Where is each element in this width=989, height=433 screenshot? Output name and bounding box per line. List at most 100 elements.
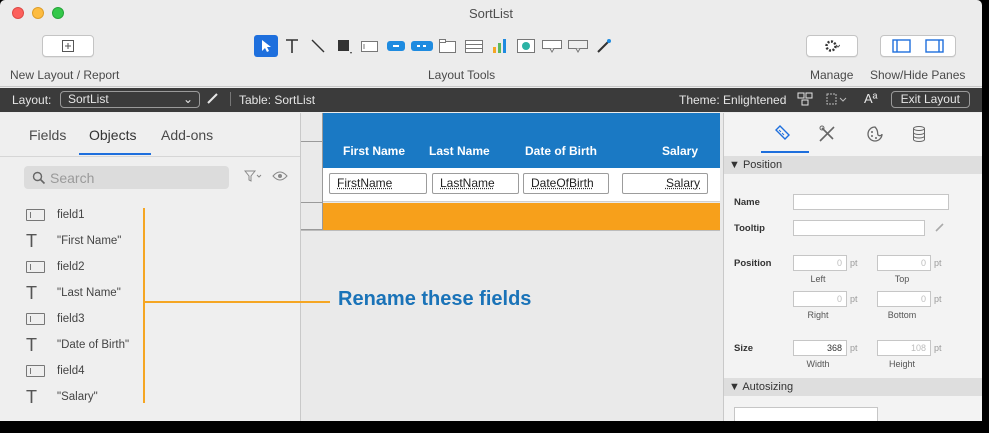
left-pane-icon[interactable] bbox=[891, 39, 912, 53]
tab-objects[interactable]: Objects bbox=[89, 127, 136, 143]
list-item-last-name-text[interactable]: T "Last Name" bbox=[26, 280, 156, 306]
field-last-name[interactable]: LastName bbox=[432, 173, 519, 194]
list-item-field3[interactable]: field3 bbox=[26, 306, 156, 332]
list-item-label: "Date of Birth" bbox=[57, 339, 130, 351]
popover-icon[interactable] bbox=[566, 35, 590, 57]
zoom-window-button[interactable] bbox=[52, 7, 64, 19]
title-bar: SortList bbox=[0, 0, 982, 27]
layout-end-line bbox=[301, 230, 720, 231]
tooltip-label: Tooltip bbox=[734, 223, 765, 234]
font-size-icon[interactable]: Aª bbox=[864, 91, 877, 106]
show-hide-panes-button[interactable] bbox=[880, 35, 956, 57]
line-tool-icon[interactable] bbox=[306, 35, 330, 57]
top-field[interactable]: 0 bbox=[877, 255, 931, 271]
popover-button-icon[interactable] bbox=[540, 35, 564, 57]
field-first-name-label: FirstName bbox=[337, 176, 393, 190]
table-label: Table: SortList bbox=[239, 93, 316, 107]
autosizing-preview[interactable] bbox=[734, 407, 878, 421]
text-tool-icon[interactable] bbox=[280, 35, 304, 57]
layout-tools-caption: Layout Tools bbox=[428, 68, 496, 82]
left-unit: pt bbox=[850, 258, 858, 268]
search-icon bbox=[32, 171, 46, 184]
layout-bar: Layout: SortList ⌄ Table: SortList Theme… bbox=[0, 88, 982, 112]
select-pointer-icon[interactable] bbox=[254, 35, 278, 57]
tab-control-icon[interactable] bbox=[436, 35, 460, 57]
filter-icon[interactable] bbox=[243, 169, 264, 186]
close-window-button[interactable] bbox=[12, 7, 24, 19]
left-field[interactable]: 0 bbox=[793, 255, 847, 271]
manage-button[interactable] bbox=[806, 35, 858, 57]
annotation-text: Rename these fields bbox=[338, 288, 532, 310]
header-salary[interactable]: Salary bbox=[662, 144, 698, 158]
edit-layout-icon[interactable] bbox=[206, 91, 220, 108]
show-hide-caption: Show/Hide Panes bbox=[870, 68, 966, 82]
format-painter-icon[interactable] bbox=[592, 35, 616, 57]
objects-list: field1 T "First Name" field2 T "Last Nam… bbox=[26, 202, 156, 410]
position-tab-icon[interactable] bbox=[773, 125, 791, 146]
right-caption: Right bbox=[807, 310, 829, 320]
list-item-field4[interactable]: field4 bbox=[26, 358, 156, 384]
annotation-bracket-line bbox=[143, 208, 145, 403]
button-tool-icon[interactable] bbox=[384, 35, 408, 57]
right-pane-icon[interactable] bbox=[924, 39, 945, 53]
list-item-label: "Salary" bbox=[57, 391, 98, 403]
list-item-date-of-birth-text[interactable]: T "Date of Birth" bbox=[26, 332, 156, 358]
field-icon bbox=[26, 261, 48, 273]
appearance-tab-icon[interactable] bbox=[866, 125, 884, 146]
autosizing-section-header[interactable]: ▼ Autosizing bbox=[724, 378, 982, 396]
button-bar-icon[interactable] bbox=[410, 35, 434, 57]
search-box[interactable] bbox=[24, 166, 229, 189]
list-item-field2[interactable]: field2 bbox=[26, 254, 156, 280]
portal-tool-icon[interactable] bbox=[462, 35, 486, 57]
header-part[interactable]: First Name Last Name Date of Birth Salar… bbox=[323, 113, 720, 168]
size-label: Size bbox=[734, 343, 754, 354]
tooltip-field[interactable] bbox=[793, 220, 925, 236]
tab-fields[interactable]: Fields bbox=[29, 127, 66, 143]
width-caption: Width bbox=[806, 359, 830, 369]
header-first-name[interactable]: First Name bbox=[343, 144, 405, 158]
list-item-salary-text[interactable]: T "Salary" bbox=[26, 384, 156, 410]
height-field[interactable]: 108 bbox=[877, 340, 931, 356]
inspector-pane: ▼ Position Name Tooltip Position 0 pt Le… bbox=[723, 113, 982, 421]
list-item-field1[interactable]: field1 bbox=[26, 202, 156, 228]
height-unit: pt bbox=[934, 343, 942, 353]
field-date-of-birth[interactable]: DateOfBirth bbox=[523, 173, 609, 194]
list-item-label: field3 bbox=[57, 313, 85, 325]
shape-tool-icon[interactable] bbox=[332, 35, 356, 57]
width-field[interactable]: 368 bbox=[793, 340, 847, 356]
name-field[interactable] bbox=[793, 194, 949, 210]
field-last-name-label: LastName bbox=[440, 176, 495, 190]
tab-add-ons[interactable]: Add-ons bbox=[161, 127, 213, 143]
left-pane: Fields Objects Add-ons field1 T "First N… bbox=[0, 113, 301, 421]
top-unit: pt bbox=[934, 258, 942, 268]
web-viewer-icon[interactable] bbox=[514, 35, 538, 57]
view-mode-icon[interactable] bbox=[797, 92, 813, 109]
body-part[interactable]: FirstName LastName DateOfBirth Salary bbox=[323, 168, 720, 202]
bottom-field[interactable]: 0 bbox=[877, 291, 931, 307]
minimize-window-button[interactable] bbox=[32, 7, 44, 19]
position-section-header[interactable]: ▼ Position bbox=[724, 156, 982, 174]
header-last-name[interactable]: Last Name bbox=[429, 144, 490, 158]
field-first-name[interactable]: FirstName bbox=[329, 173, 427, 194]
eye-icon[interactable] bbox=[272, 170, 288, 185]
chart-tool-icon[interactable] bbox=[488, 35, 512, 57]
styles-tab-icon[interactable] bbox=[818, 125, 838, 146]
footer-part[interactable] bbox=[323, 203, 720, 230]
width-unit: pt bbox=[850, 343, 858, 353]
layout-select[interactable]: SortList ⌄ bbox=[60, 91, 200, 108]
search-input[interactable] bbox=[50, 169, 220, 186]
data-tab-icon[interactable] bbox=[912, 125, 926, 146]
exit-layout-button[interactable]: Exit Layout bbox=[890, 91, 970, 108]
layout-label: Layout: bbox=[12, 93, 52, 107]
list-item-first-name-text[interactable]: T "First Name" bbox=[26, 228, 156, 254]
app-window: SortList New Layout / Report Layout Tool… bbox=[0, 0, 982, 421]
field-salary[interactable]: Salary bbox=[622, 173, 708, 194]
field-tool-icon[interactable] bbox=[358, 35, 382, 57]
new-layout-button[interactable] bbox=[42, 35, 94, 57]
layout-canvas[interactable]: First Name Last Name Date of Birth Salar… bbox=[301, 113, 723, 421]
sample-data-icon[interactable] bbox=[826, 92, 848, 109]
header-date-of-birth[interactable]: Date of Birth bbox=[525, 144, 597, 158]
tooltip-edit-icon[interactable] bbox=[934, 221, 946, 236]
left-caption: Left bbox=[810, 274, 826, 284]
right-field[interactable]: 0 bbox=[793, 291, 847, 307]
